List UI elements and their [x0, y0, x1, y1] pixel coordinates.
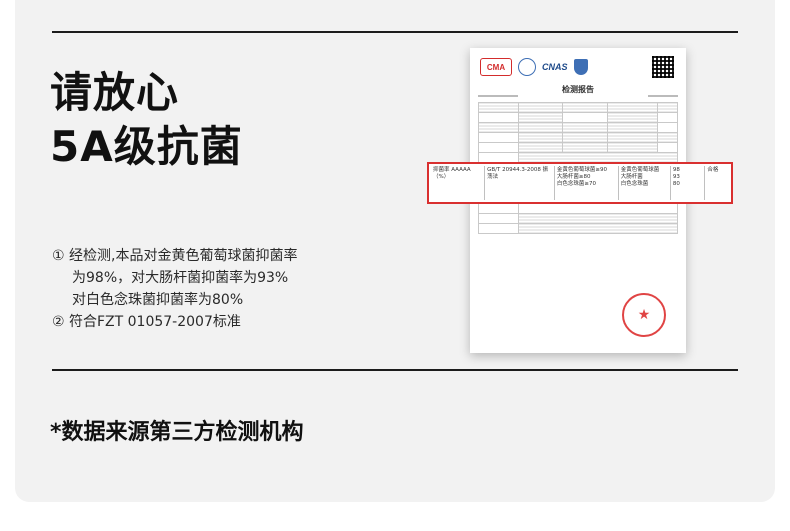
hl-result-values: 98 93 80 [671, 166, 706, 200]
seal-star-icon: ★ [637, 307, 651, 323]
hl-method: GB/T 20944.3-2008 振荡法 [485, 166, 555, 200]
hl-verdict: 合格 [707, 167, 719, 173]
bullet-1-line1: ① 经检测,本品对金黄色葡萄球菌抑菌率 [52, 248, 298, 264]
report-title: 检测报告 [562, 85, 594, 94]
bullet-2: ② 符合FZT 01057-2007标准 [52, 314, 241, 330]
bullet-1-line3: 对白色念珠菌抑菌率为80% [72, 292, 244, 308]
test-report-image: CMA CNAS 检测报告 抑菌率 AAAAA（%） GB/T 20944.3-… [427, 48, 733, 353]
hl-result-names: 金黄色葡萄球菌 大肠杆菌 白色念珠菌 [619, 166, 671, 200]
hl-requirement: 金黄色葡萄球菌≥90 大肠杆菌≥80 白色念珠菌≥70 [555, 166, 619, 200]
bullet-1-line2: 为98%，对大肠杆菌抑菌率为93% [72, 270, 289, 286]
cnas-logo-icon: CNAS [542, 62, 568, 72]
shield-logo-icon [573, 59, 588, 75]
qr-code-icon [652, 56, 674, 78]
report-logos: CMA CNAS [480, 58, 588, 76]
headline-line2: 5A级抗菌 [50, 122, 243, 171]
data-source-note: *数据来源第三方检测机构 [50, 420, 304, 445]
bottom-divider [52, 369, 738, 371]
ilac-logo-icon [518, 58, 536, 76]
antibacterial-result-highlight: 抑菌率 AAAAA（%） GB/T 20944.3-2008 振荡法 金黄色葡萄… [427, 162, 733, 204]
official-seal-icon: ★ [622, 293, 666, 337]
bullet-list: ① 经检测,本品对金黄色葡萄球菌抑菌率 为98%，对大肠杆菌抑菌率为93% 对白… [52, 245, 297, 333]
headline-line1: 请放心 [50, 68, 180, 117]
content-card: 请放心 5A级抗菌 ① 经检测,本品对金黄色葡萄球菌抑菌率 为98%，对大肠杆菌… [15, 0, 775, 502]
cma-logo-icon: CMA [480, 58, 512, 76]
report-meta-line [478, 95, 678, 99]
top-divider [52, 31, 738, 33]
hl-item: 抑菌率 AAAAA（%） [431, 166, 486, 200]
